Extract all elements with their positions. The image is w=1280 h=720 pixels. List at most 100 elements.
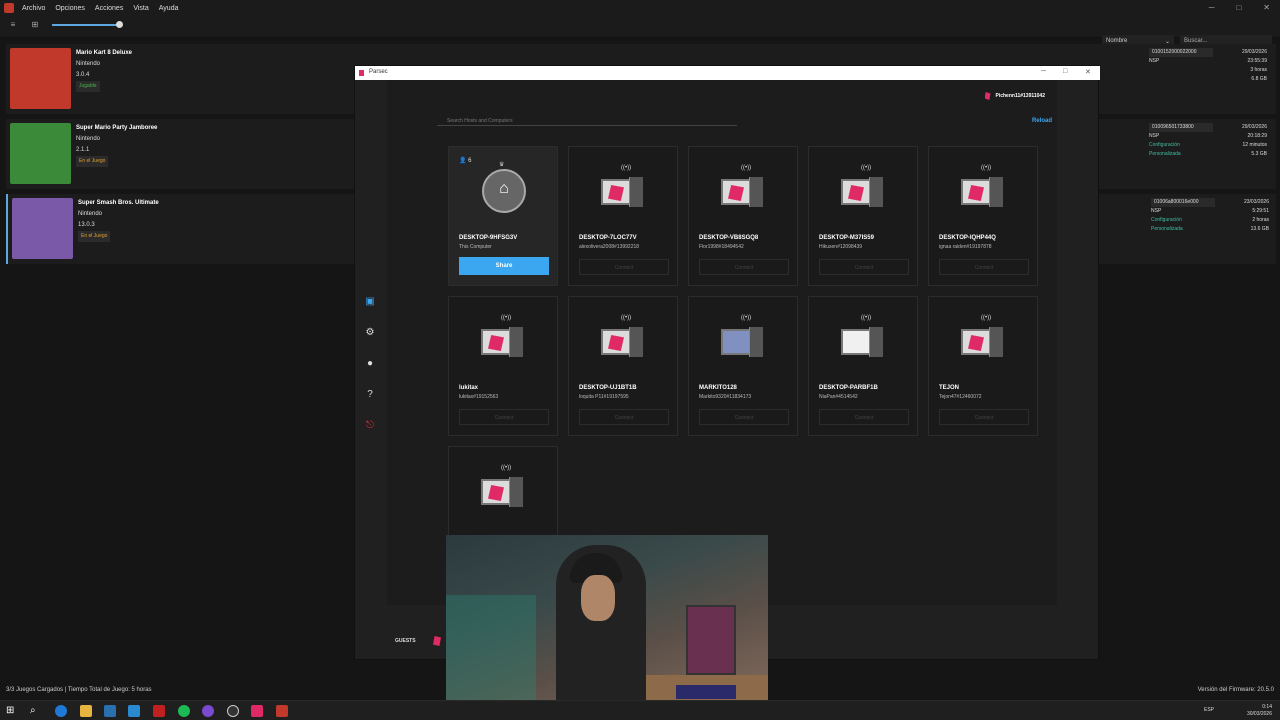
host-card[interactable]: ((•)) [448,446,558,536]
keyboard [676,685,736,699]
connect-button[interactable]: Connect [939,259,1029,275]
windows-start-icon[interactable]: ⊞ [6,705,18,717]
host-sub: alexolivera2008#13992218 [579,244,640,250]
help-icon[interactable]: ? [363,389,377,403]
file-explorer-icon[interactable] [80,705,92,717]
menu-ayuda[interactable]: Ayuda [159,5,179,12]
host-card[interactable]: ((•)) TEJON Tejon47#12460072 Connect [928,296,1038,436]
friends-icon[interactable]: ● [363,358,377,372]
parsec-icon[interactable] [251,705,263,717]
toolbar: ≡ ⊞ Nombre ⌄ Buscar... [0,16,1280,49]
clock-date: 30/03/2026 [1246,711,1272,717]
emulator-icon[interactable] [276,705,288,717]
host-card[interactable]: ((•)) DESKTOP-M37IS59 Hikusen#12098439 C… [808,146,918,286]
title-id: 010096501733800 [1149,123,1213,132]
close-icon[interactable]: ✕ [1085,68,1091,76]
app-icon[interactable] [153,705,165,717]
app-icon[interactable] [202,705,214,717]
computer-icon: ((•)) [721,165,767,213]
parsec-titlebar: Parsec ─ □ ✕ [355,66,1100,80]
connect-button[interactable]: Connect [819,409,909,425]
play-time: 12 minutos [1242,142,1267,148]
last-played-date: 29/03/2026 [1241,49,1267,55]
minimize-icon[interactable]: ─ [1209,3,1215,12]
host-card[interactable]: ((•)) DESKTOP-7LOC77V alexolivera2008#13… [568,146,678,286]
search-icon[interactable]: ⌕ [30,705,42,717]
host-card[interactable]: ((•)) lukitax lukitax#19152563 Connect [448,296,558,436]
connect-button[interactable]: Connect [699,259,789,275]
host-name: MARKITO128 [699,385,737,391]
system-tray[interactable]: 0:14 30/03/2026 [1247,704,1272,718]
host-card[interactable]: ((•)) DESKTOP-VB8SGQ8 Flor1998#18494542 … [688,146,798,286]
clock-time: 0:14 [1262,704,1272,710]
host-sub: Hikusen#12098439 [819,244,863,250]
game-thumbnail [12,198,73,259]
logout-icon[interactable]: ⎋ [363,420,377,434]
taskbar: ⊞ ⌕ 0:14 30/03/2026 [0,700,1280,720]
game-developer: Nintendo [76,136,101,142]
menu-archivo[interactable]: Archivo [22,5,45,12]
app-icon[interactable] [128,705,140,717]
user-badge[interactable]: Pichenn11#13911042 [984,92,1045,100]
play-time: 2 horas [1252,217,1269,223]
connect-button[interactable]: Connect [459,409,549,425]
gear-icon[interactable]: ⚙ [363,327,377,341]
reload-button[interactable]: Reload [1032,118,1052,124]
guests-label: GUESTS [395,638,416,644]
menu-acciones[interactable]: Acciones [95,5,123,12]
host-sub: This Computer [459,244,492,250]
host-card[interactable]: ((•)) MARKITO128 Markito9320#11834173 Co… [688,296,798,436]
host-card[interactable]: ((•)) DESKTOP-PARBF1B NiaPan#4514542 Con… [808,296,918,436]
face [581,575,615,621]
host-card-self[interactable]: 👤 6 ♛ ⌂ DESKTOP-9HFSG3V This Computer Sh… [448,146,558,286]
pc-tower [686,605,736,675]
maximize-icon[interactable]: □ [1063,68,1067,75]
crown-icon: ♛ [499,162,505,168]
maximize-icon[interactable]: □ [1236,3,1241,12]
host-card[interactable]: ((•)) DESKTOP-IQHP44Q ignaa raiden#19197… [928,146,1038,286]
minimize-icon[interactable]: ─ [1041,68,1046,75]
share-button[interactable]: Share [459,257,549,275]
menu-vista[interactable]: Vista [133,5,148,12]
host-sub: Tejon47#12460072 [939,394,982,400]
computer-icon: ((•)) [841,165,887,213]
connect-button[interactable]: Connect [579,409,669,425]
host-card[interactable]: ((•)) DESKTOP-UJ1BT1B loquita P11#191975… [568,296,678,436]
grid-view-icon[interactable]: ⊞ [28,20,42,32]
connect-button[interactable]: Connect [939,409,1029,425]
spotify-icon[interactable] [178,705,190,717]
last-played-time: 23:55:39 [1247,58,1267,64]
game-status: Jugable [76,81,100,92]
game-config: Configuración Personalizada [1149,142,1181,157]
parsec-logo-icon [359,70,364,76]
firmware-version: Versión del Firmware: 20.5.0 [1197,687,1274,693]
last-played-time: 20:18:29 [1247,133,1267,139]
game-developer: Nintendo [78,211,103,217]
connect-button[interactable]: Connect [819,259,909,275]
host-sub: ignaa raiden#19197878 [939,244,992,250]
game-title: Super Smash Bros. Ultimate [78,200,159,206]
menu-bar: Archivo Opciones Acciones Vista Ayuda ─ … [0,0,1280,16]
host-name: DESKTOP-7LOC77V [579,235,637,241]
edge-icon[interactable] [55,705,67,717]
language-indicator[interactable]: ESP [1204,707,1214,713]
play-time: 3 horas [1250,67,1267,73]
list-view-icon[interactable]: ≡ [6,20,20,32]
computers-icon[interactable]: ▣ [363,296,377,310]
app-icon[interactable] [227,705,239,717]
computer-icon: ((•)) [481,465,527,513]
game-version: 2.1.1 [76,147,90,153]
last-played-time: 5:29:51 [1252,208,1269,214]
game-thumbnail [10,123,71,184]
icon-size-slider-handle[interactable] [116,21,123,28]
host-search-input[interactable]: Search Hosts and Computers [437,118,737,126]
menu-opciones[interactable]: Opciones [55,5,85,12]
connect-button[interactable]: Connect [579,259,669,275]
store-icon[interactable] [104,705,116,717]
game-title: Mario Kart 8 Deluxe [76,50,133,56]
connect-button[interactable]: Connect [699,409,789,425]
webcam-overlay [446,535,768,720]
host-sub: Flor1998#18494542 [699,244,744,250]
icon-size-slider[interactable] [52,24,120,26]
close-icon[interactable]: ✕ [1263,3,1270,12]
